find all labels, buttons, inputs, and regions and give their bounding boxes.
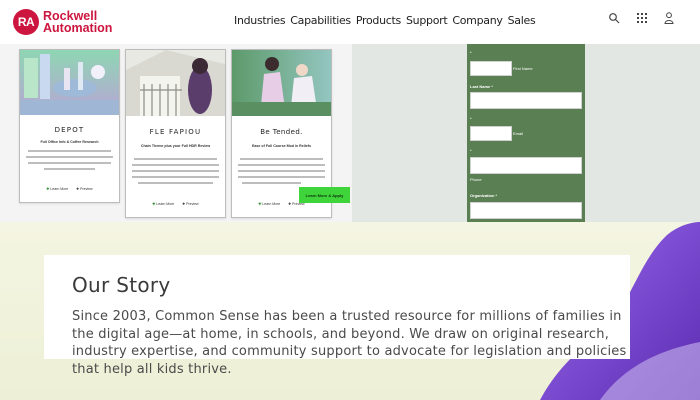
preview-label: Preview <box>186 202 199 206</box>
phone-label: Phone <box>470 177 482 182</box>
last-name-label: Last Name * <box>470 84 493 89</box>
card-description-line <box>132 170 219 172</box>
nav-sales[interactable]: Sales <box>508 14 536 27</box>
card-title: DEPOT <box>54 126 85 134</box>
card-description-line <box>238 176 325 178</box>
card-subtitle: Full Office Info & Coffee Research <box>40 140 99 144</box>
card-image <box>232 50 331 116</box>
rockwell-logo[interactable]: RA Rockwell Automation <box>13 9 112 35</box>
card-description <box>28 150 111 152</box>
main-nav: Industries Capabilities Products Support… <box>234 14 536 27</box>
card-links: ✚ Learn More ✚ Preview <box>20 187 119 191</box>
email-note: Email <box>513 131 524 136</box>
learn-more-label: Learn More <box>262 202 281 206</box>
search-icon[interactable] <box>608 12 620 24</box>
preview-link[interactable]: ✚ Preview <box>182 202 198 206</box>
learn-more-label: Learn More <box>156 202 175 206</box>
card-description-line <box>238 164 325 166</box>
logo-text: Rockwell Automation <box>43 10 113 35</box>
card-image <box>20 50 119 115</box>
apps-grid-icon[interactable] <box>637 13 647 23</box>
product-card[interactable]: DEPOT Full Office Info & Coffee Research… <box>19 49 120 203</box>
card-description-line <box>132 164 219 166</box>
card-description-line <box>28 162 111 164</box>
card-description-line <box>132 176 219 178</box>
card-description-line <box>238 170 325 172</box>
learn-more-link[interactable]: ✚ Learn More <box>46 187 68 191</box>
nav-support[interactable]: Support <box>406 14 448 27</box>
card-description-line <box>26 156 113 158</box>
card-subtitle: Chain Theme plus your Full HDR Review <box>140 144 211 148</box>
card-description-line <box>138 182 213 184</box>
email-label: * <box>470 116 472 121</box>
card-title: FLE FAPIOU <box>149 128 202 136</box>
first-name-note: First Name <box>513 66 533 71</box>
preview-label: Preview <box>80 187 93 191</box>
card-description-line <box>240 158 323 160</box>
logo-mark: RA <box>13 9 39 35</box>
contact-form: * First Name Last Name * * Email * Phone… <box>467 44 585 222</box>
first-name-label: * <box>470 50 472 55</box>
user-icon[interactable] <box>664 12 674 24</box>
card-links: ✚ Learn More ✚ Preview <box>126 202 225 206</box>
organization-field[interactable] <box>470 202 582 219</box>
header-icons <box>608 12 674 24</box>
phone-field[interactable] <box>470 157 582 174</box>
card-title: Be Tended. <box>260 128 303 136</box>
nav-products[interactable]: Products <box>356 14 401 27</box>
nav-capabilities[interactable]: Capabilities <box>290 14 351 27</box>
product-card[interactable]: FLE FAPIOU Chain Theme plus your Full HD… <box>125 49 226 218</box>
nav-company[interactable]: Company <box>452 14 503 27</box>
phone-required-label: * <box>470 148 472 153</box>
first-name-field[interactable] <box>470 61 512 76</box>
card-image <box>126 50 225 116</box>
cta-button[interactable]: Learn More & Apply <box>299 187 350 203</box>
card-description-line <box>242 182 301 184</box>
story-body: Since 2003, Common Sense has been a trus… <box>72 309 627 377</box>
learn-more-link[interactable]: ✚ Learn More <box>258 202 280 206</box>
card-description-line <box>134 158 217 160</box>
email-field[interactable] <box>470 126 512 141</box>
logo-line-2: Automation <box>43 21 113 35</box>
organization-label: Organization * <box>470 193 498 198</box>
last-name-field[interactable] <box>470 92 582 109</box>
preview-link[interactable]: ✚ Preview <box>76 187 92 191</box>
card-subtitle: Ease of Full Course Mod in Reliefs <box>252 144 311 148</box>
learn-more-label: Learn More <box>50 187 69 191</box>
learn-more-link[interactable]: ✚ Learn More <box>152 202 174 206</box>
nav-industries[interactable]: Industries <box>234 14 286 27</box>
story-title: Our Story <box>72 273 171 297</box>
card-description-line <box>44 168 95 170</box>
site-header: RA Rockwell Automation Industries Capabi… <box>0 0 700 45</box>
